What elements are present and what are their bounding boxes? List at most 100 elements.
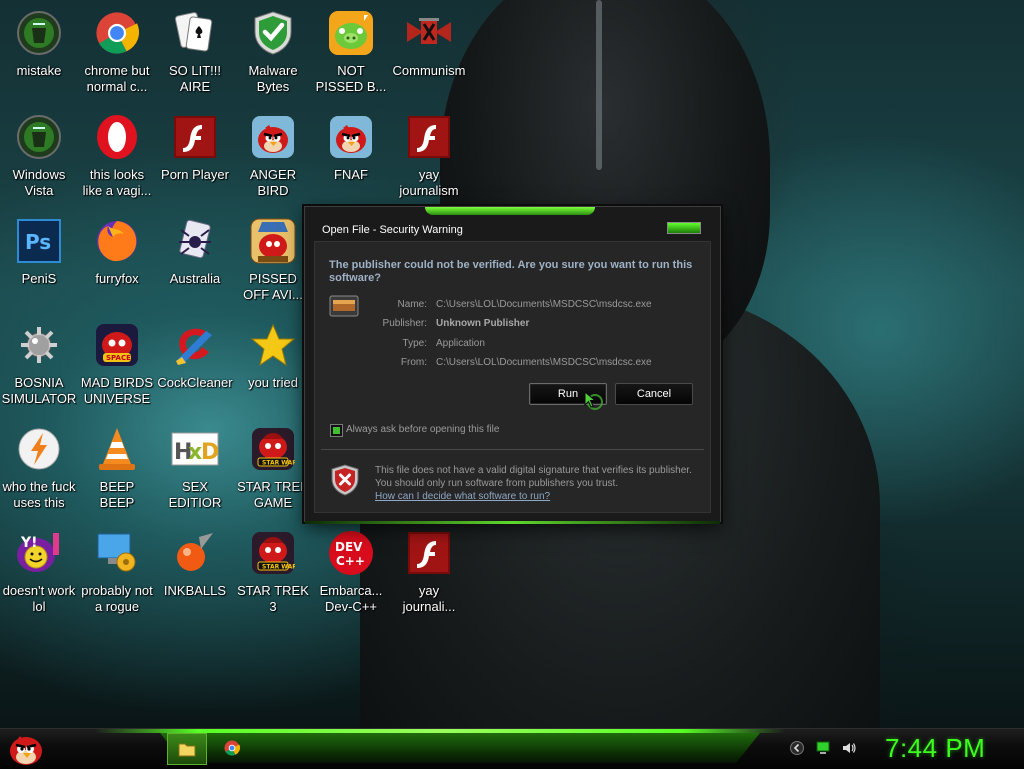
- desktop-icon[interactable]: BEEP BEEP: [78, 425, 156, 511]
- desktop-icon-label: MAD BIRDS UNIVERSE: [80, 375, 154, 406]
- desktop-icon[interactable]: Ps PeniS: [0, 217, 78, 287]
- desktop-icon-label: who the fuck uses this: [2, 479, 76, 510]
- desktop-icon[interactable]: Communism: [390, 9, 468, 79]
- desktop-icon[interactable]: DEV C++ Embarca... Dev-C++: [312, 529, 390, 615]
- dialog-top-accent: [425, 207, 595, 215]
- mine-icon: [15, 321, 63, 369]
- security-shield-x-icon: [331, 464, 359, 501]
- desktop-icon[interactable]: you tried: [234, 321, 312, 391]
- communism-emblem-icon: [405, 9, 453, 57]
- desktop-icon[interactable]: BOSNIA SIMULATOR: [0, 321, 78, 407]
- desktop-icon-label: this looks like a vagi...: [82, 167, 152, 198]
- vlc-icon: [93, 425, 141, 473]
- desktop-icon[interactable]: STAR WARS STAR TREK GAME: [234, 425, 312, 511]
- desktop-icon[interactable]: yay journalism: [390, 113, 468, 199]
- from-value: C:\Users\LOL\Documents\MSDCSC\msdcsc.exe: [436, 357, 652, 368]
- angry-bird-icon: [10, 736, 42, 765]
- desktop-icon-label: Malware Bytes: [248, 63, 298, 94]
- taskbar-chrome-button[interactable]: [213, 733, 251, 763]
- desktop-icon-label: SEX EDITIOR: [168, 479, 222, 510]
- desktop-icon[interactable]: Hx D SEX EDITIOR: [156, 425, 234, 511]
- desktop-icon[interactable]: this looks like a vagi...: [78, 113, 156, 199]
- desktop-icon-label: Australia: [169, 271, 221, 286]
- desktop-icon[interactable]: STAR WARS STAR TREK 3: [234, 529, 312, 615]
- desktop-icon[interactable]: Porn Player: [156, 113, 234, 183]
- desktop-icon-label: PeniS: [21, 271, 57, 286]
- desktop-icon[interactable]: Malware Bytes: [234, 9, 312, 95]
- dev-cpp-icon: DEV C++: [327, 529, 375, 577]
- dialog-maximize-button[interactable]: [667, 222, 701, 234]
- desktop-icon[interactable]: yay journali...: [390, 529, 468, 615]
- desktop-icon-label: ANGER BIRD: [249, 167, 297, 198]
- desktop-icon-label: yay journali...: [402, 583, 456, 614]
- desktop-icon[interactable]: furryfox: [78, 217, 156, 287]
- desktop-icon-label: chrome but normal c...: [84, 63, 150, 94]
- cancel-button[interactable]: Cancel: [615, 383, 693, 405]
- angry-birds-seasons-icon: [249, 217, 297, 265]
- name-value: C:\Users\LOL\Documents\MSDCSC\msdcsc.exe: [436, 299, 652, 310]
- desktop-icon-label: Porn Player: [161, 167, 229, 182]
- security-warning-dialog: Open File - Security Warning The publish…: [304, 206, 721, 524]
- desktop-icon-label: you tried: [248, 375, 298, 390]
- back-arrow-icon[interactable]: [790, 741, 804, 755]
- desktop-icon-label: INKBALLS: [163, 583, 227, 598]
- name-label: Name:: [397, 299, 427, 310]
- desktop-icon[interactable]: mistake: [0, 9, 78, 79]
- angry-bird-icon: [249, 113, 297, 161]
- desktop-icon[interactable]: ANGER BIRD: [234, 113, 312, 199]
- hxd-icon: HxD: [171, 425, 219, 473]
- desktop-icon-label: mistake: [16, 63, 62, 78]
- taskbar-explorer-button[interactable]: [167, 733, 207, 765]
- desktop-icon[interactable]: Windows Vista: [0, 113, 78, 199]
- taskbar-clock[interactable]: 7:44 PM: [885, 733, 985, 764]
- desktop-icon-label: CockCleaner: [157, 375, 233, 390]
- dialog-title: Open File - Security Warning: [322, 224, 463, 236]
- type-label: Type:: [402, 338, 427, 349]
- desktop-icon[interactable]: INKBALLS: [156, 529, 234, 599]
- recycle-bin-icon: [15, 113, 63, 161]
- flash-icon: [405, 529, 453, 577]
- always-ask-checkbox[interactable]: [330, 424, 343, 437]
- avast-icon: [15, 425, 63, 473]
- desktop-icon[interactable]: Australia: [156, 217, 234, 287]
- opera-icon: [93, 113, 141, 161]
- angry-bird-icon: [327, 113, 375, 161]
- desktop-icon[interactable]: chrome but normal c...: [78, 9, 156, 95]
- desktop-icon-label: NOT PISSED B...: [315, 63, 387, 94]
- desktop-icon[interactable]: FNAF: [312, 113, 390, 183]
- svg-text:C++: C++: [336, 554, 365, 568]
- volume-icon[interactable]: [842, 741, 856, 755]
- desktop-icon-label: doesn't work lol: [2, 583, 76, 614]
- start-button[interactable]: [5, 729, 47, 769]
- desktop-icon-label: Embarca... Dev-C++: [319, 583, 383, 614]
- svg-text:DEV: DEV: [335, 540, 363, 554]
- desktop-icon[interactable]: SO LIT!!! AIRE: [156, 9, 234, 95]
- desktop-icon[interactable]: probably not a rogue: [78, 529, 156, 615]
- desktop-icon[interactable]: who the fuck uses this: [0, 425, 78, 511]
- desktop-icon[interactable]: NOT PISSED B...: [312, 9, 390, 95]
- warning-text: This file does not have a valid digital …: [375, 465, 692, 489]
- checkbox-check-mark: [333, 427, 340, 434]
- desktop-icon[interactable]: Y! doesn't work lol: [0, 529, 78, 615]
- svg-text:Ps: Ps: [25, 230, 51, 254]
- firefox-icon: [93, 217, 141, 265]
- svg-text:Y!: Y!: [20, 535, 38, 551]
- angry-birds-space-icon: SPACE: [93, 321, 141, 369]
- spider-solitaire-icon: [171, 217, 219, 265]
- network-icon[interactable]: [815, 741, 831, 755]
- solitaire-icon: [171, 9, 219, 57]
- decide-software-link[interactable]: How can I decide what software to run?: [375, 491, 550, 502]
- desktop-icon-label: yay journalism: [399, 167, 459, 198]
- desktop-icon[interactable]: CockCleaner: [156, 321, 234, 391]
- flash-icon: [171, 113, 219, 161]
- dialog-question: The publisher could not be verified. Are…: [329, 259, 693, 284]
- from-label: From:: [400, 357, 427, 368]
- desktop-icon[interactable]: SPACE MAD BIRDS UNIVERSE: [78, 321, 156, 407]
- type-value: Application: [436, 338, 485, 349]
- star-icon: [249, 321, 297, 369]
- desktop-icon[interactable]: PISSED OFF AVI...: [234, 217, 312, 303]
- shield-check-icon: [249, 9, 297, 57]
- desktop-icon-label: probably not a rogue: [81, 583, 153, 614]
- chrome-icon: [224, 740, 240, 756]
- svg-text:STAR WARS: STAR WARS: [262, 564, 295, 571]
